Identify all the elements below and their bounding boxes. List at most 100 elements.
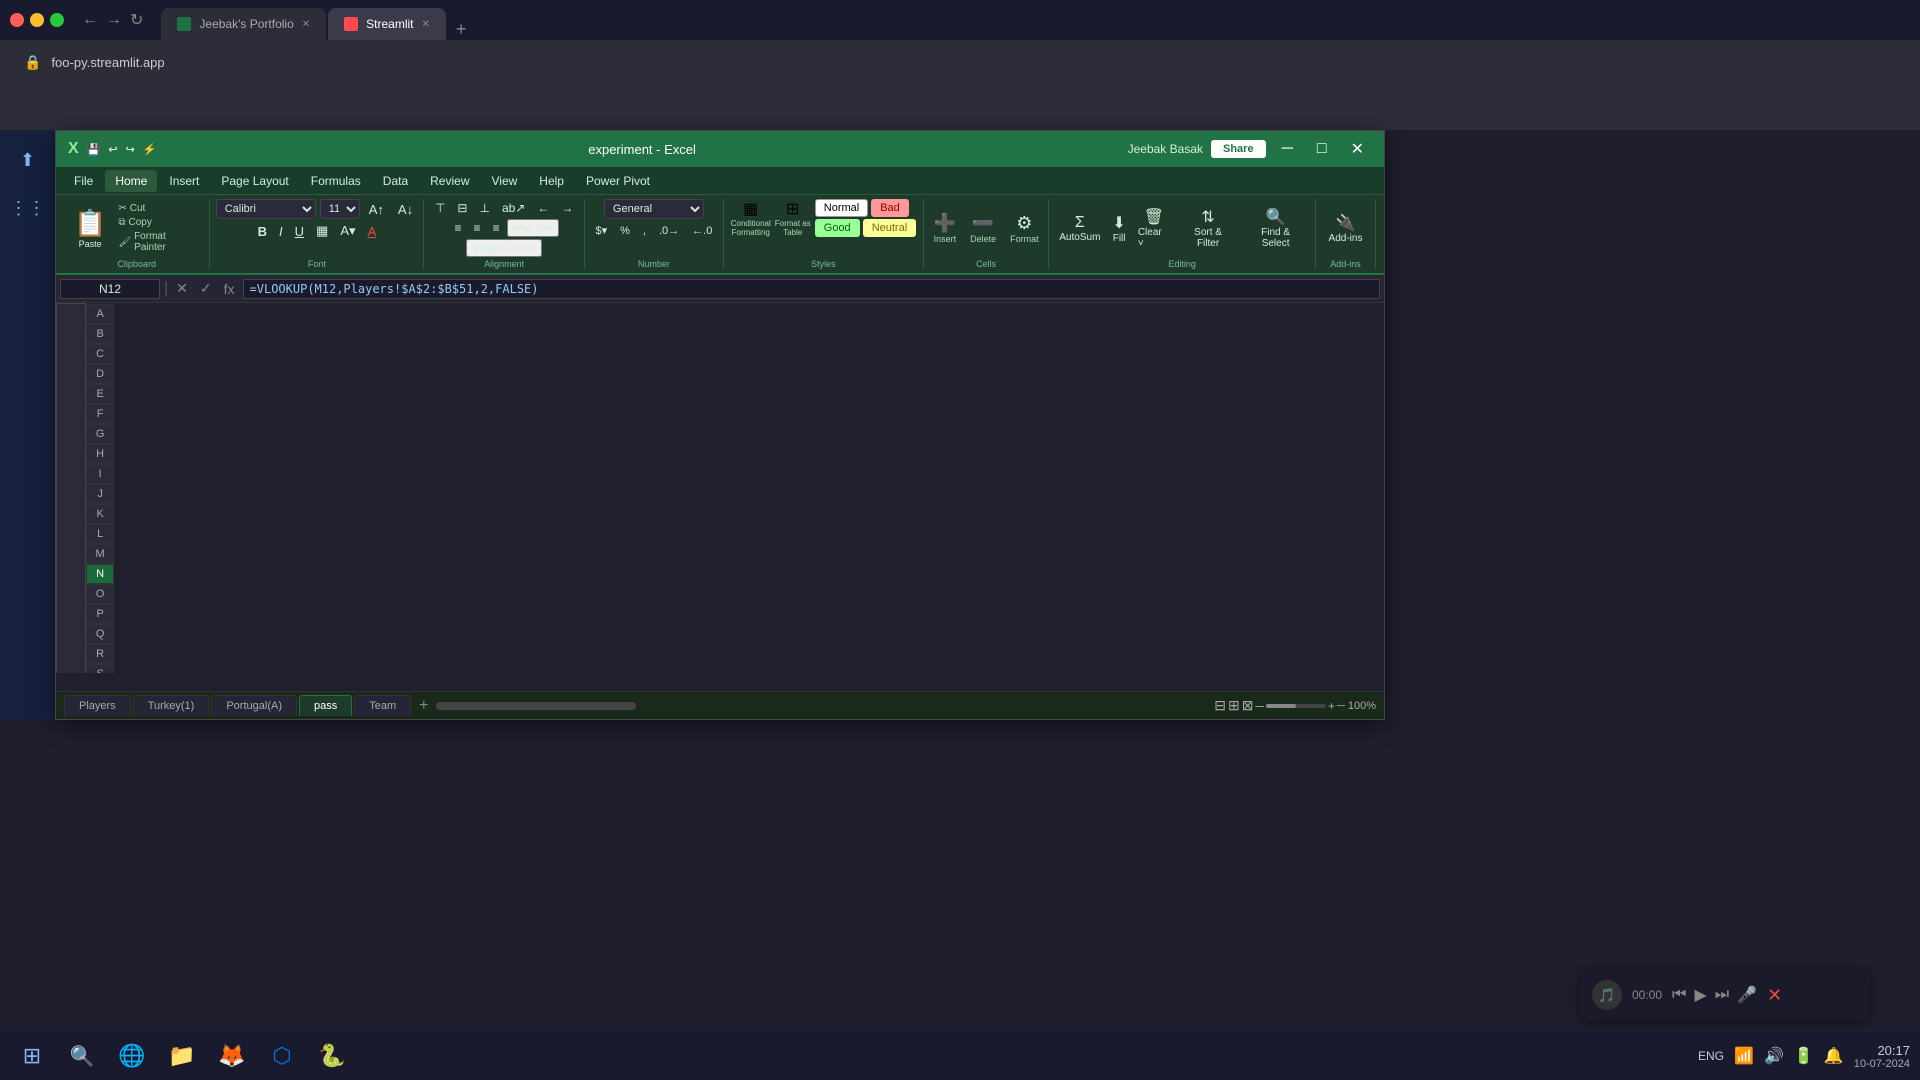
spreadsheet-scroll[interactable]: A B C D E F G H I J K L M N O (56, 303, 1384, 673)
col-header-L[interactable]: L (86, 524, 114, 544)
insert-function-btn[interactable]: fx (220, 279, 239, 299)
wrap-text-btn[interactable]: Wrap Text (507, 219, 559, 237)
menu-help[interactable]: Help (529, 170, 574, 192)
media-mic-btn[interactable]: 🎤 (1737, 985, 1757, 1005)
cell-name-box[interactable] (60, 279, 160, 299)
style-neutral[interactable]: Neutral (863, 219, 916, 237)
taskbar-python-btn[interactable]: 🐍 (310, 1034, 354, 1078)
tab-streamlit[interactable]: Streamlit ✕ (328, 8, 446, 40)
sheet-tab-players[interactable]: Players (64, 695, 131, 716)
taskbar-search-btn[interactable]: 🔍 (60, 1034, 104, 1078)
col-header-H[interactable]: H (86, 444, 114, 464)
col-header-F[interactable]: F (86, 404, 114, 424)
menu-data[interactable]: Data (373, 170, 418, 192)
fill-btn[interactable]: ⬇ Fill (1108, 211, 1129, 246)
new-tab-btn[interactable]: + (448, 19, 475, 40)
sheet-tab-pass[interactable]: pass (299, 695, 352, 716)
indent-increase-btn[interactable]: → (556, 199, 578, 217)
menu-review[interactable]: Review (420, 170, 479, 192)
excel-share-btn[interactable]: Share (1211, 140, 1266, 158)
upload-btn[interactable]: ⬆ (8, 140, 48, 180)
cancel-formula-btn[interactable]: ✕ (172, 278, 192, 299)
increase-decimal-btn[interactable]: .0→ (654, 222, 684, 239)
decrease-decimal-btn[interactable]: ←.0 (687, 222, 717, 239)
clear-btn[interactable]: 🗑 Clear ˅ (1134, 205, 1174, 251)
cut-btn[interactable]: ✂ Cut (114, 202, 203, 215)
media-close-btn[interactable]: ✕ (1767, 985, 1782, 1006)
zoom-plus-btn[interactable]: + (1328, 699, 1335, 713)
menu-formulas[interactable]: Formulas (301, 170, 371, 192)
sort-filter-btn[interactable]: ⇅ Sort & Filter (1178, 205, 1238, 251)
percent-btn[interactable]: % (615, 222, 635, 239)
copy-btn[interactable]: ⧉ Copy (114, 216, 203, 229)
col-header-J[interactable]: J (86, 484, 114, 504)
col-header-I[interactable]: I (86, 464, 114, 484)
excel-minimize-btn[interactable]: ─ (1274, 138, 1301, 160)
number-format-select[interactable]: General (604, 199, 704, 219)
col-header-G[interactable]: G (86, 424, 114, 444)
forward-btn[interactable]: → (106, 11, 122, 29)
sheet-tab-turkey[interactable]: Turkey(1) (133, 695, 210, 716)
excel-maximize-btn[interactable]: □ (1309, 138, 1335, 160)
browser-max-btn[interactable] (50, 13, 64, 27)
excel-redo-btn[interactable]: ↪ (126, 143, 135, 156)
font-color-btn[interactable]: A (363, 221, 382, 241)
confirm-formula-btn[interactable]: ✓ (196, 278, 216, 299)
menu-view[interactable]: View (482, 170, 528, 192)
browser-close-btn[interactable] (10, 13, 24, 27)
col-header-D[interactable]: D (86, 364, 114, 384)
col-header-R[interactable]: R (86, 644, 114, 664)
col-header-K[interactable]: K (86, 504, 114, 524)
tab-portfolio[interactable]: Jeebak's Portfolio ✕ (161, 8, 326, 40)
align-right-btn[interactable]: ≡ (488, 219, 505, 237)
delete-cells-btn[interactable]: ➖ Delete (966, 211, 1000, 246)
menu-home[interactable]: Home (105, 170, 157, 192)
merge-center-btn[interactable]: Merge & Center (466, 239, 542, 257)
insert-cells-btn[interactable]: ➕ Insert (930, 211, 961, 246)
menu-insert[interactable]: Insert (159, 170, 209, 192)
paste-btn[interactable]: 📋 Paste (70, 204, 110, 253)
font-size-select[interactable]: 11 (320, 199, 360, 219)
col-header-A[interactable]: A (86, 304, 114, 324)
style-bad[interactable]: Bad (871, 199, 909, 217)
media-play-btn[interactable]: ▶ (1694, 985, 1706, 1005)
col-header-C[interactable]: C (86, 344, 114, 364)
border-btn[interactable]: ▦ (311, 221, 333, 241)
font-name-select[interactable]: Calibri (216, 199, 316, 219)
decrease-font-btn[interactable]: A↓ (393, 200, 418, 219)
zoom-minus-btn[interactable]: ─ (1255, 699, 1264, 713)
browser-min-btn[interactable] (30, 13, 44, 27)
col-header-S[interactable]: S (86, 664, 114, 674)
menu-page-layout[interactable]: Page Layout (211, 170, 298, 192)
view-layout-btn[interactable]: ⊞ (1228, 697, 1240, 714)
col-header-E[interactable]: E (86, 384, 114, 404)
underline-btn[interactable]: U (290, 221, 309, 241)
reload-btn[interactable]: ↻ (130, 10, 143, 30)
view-page-break-btn[interactable]: ⊠ (1242, 697, 1254, 714)
bold-btn[interactable]: B (253, 221, 272, 241)
indent-decrease-btn[interactable]: ← (532, 199, 554, 217)
taskbar-explorer-btn[interactable]: 📁 (160, 1034, 204, 1078)
portfolio-tab-close[interactable]: ✕ (302, 19, 310, 30)
addins-btn[interactable]: 🔌 Add-ins (1325, 211, 1367, 246)
format-cells-btn[interactable]: ⚙ Format (1006, 211, 1043, 246)
col-header-P[interactable]: P (86, 604, 114, 624)
taskbar-start-btn[interactable]: ⊞ (10, 1034, 54, 1078)
streamlit-tab-close[interactable]: ✕ (421, 19, 429, 30)
conditional-formatting-btn[interactable]: ▦ ConditionalFormatting (731, 199, 771, 237)
format-as-table-btn[interactable]: ⊞ Format asTable (775, 199, 811, 237)
taskbar-edge-btn[interactable]: 🌐 (110, 1034, 154, 1078)
increase-font-btn[interactable]: A↑ (364, 200, 389, 219)
align-left-btn[interactable]: ≡ (450, 219, 467, 237)
style-good[interactable]: Good (815, 219, 860, 237)
taskbar-vscode-btn[interactable]: ⬡ (260, 1034, 304, 1078)
sheet-tab-team[interactable]: Team (354, 695, 411, 716)
taskbar-clock[interactable]: 20:17 10-07-2024 (1854, 1043, 1910, 1070)
view-normal-btn[interactable]: ⊟ (1214, 697, 1226, 714)
excel-undo-btn[interactable]: ↩ (108, 143, 117, 156)
find-select-btn[interactable]: 🔍 Find & Select (1242, 205, 1309, 251)
sheet-tab-portugal[interactable]: Portugal(A) (211, 695, 297, 716)
add-sheet-btn[interactable]: + (413, 695, 434, 717)
currency-btn[interactable]: $▾ (590, 222, 612, 239)
col-header-B[interactable]: B (86, 324, 114, 344)
